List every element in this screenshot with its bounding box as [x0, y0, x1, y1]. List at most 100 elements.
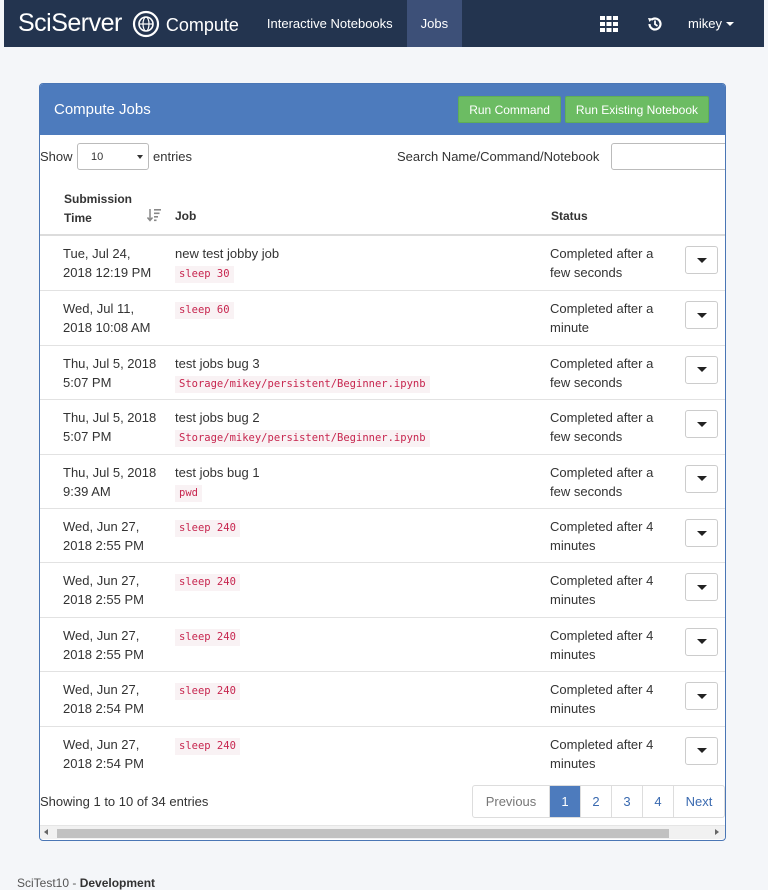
pagination-page-1[interactable]: 1 [549, 786, 580, 817]
user-menu[interactable]: mikey [678, 16, 764, 31]
caret-down-icon [696, 367, 707, 373]
job-status: Completed after a few seconds [550, 463, 670, 501]
scroll-left-arrow-icon[interactable] [44, 829, 48, 835]
entries-length-select[interactable]: 10 [77, 143, 149, 170]
search-input[interactable] [611, 143, 725, 170]
status-line2: minutes [550, 646, 596, 662]
job-cell: sleep 240 [175, 626, 240, 646]
nav-interactive-notebooks[interactable]: Interactive Notebooks [253, 0, 407, 47]
job-command: sleep 240 [175, 683, 240, 701]
compute-jobs-panel: Compute Jobs Run Command Run Existing No… [39, 83, 726, 841]
submission-clock: 2018 2:54 PM [63, 755, 144, 771]
history-icon[interactable] [632, 0, 678, 47]
pagination-page-3[interactable]: 3 [611, 786, 642, 817]
job-status: Completed after 4 minutes [550, 680, 670, 718]
submission-date: Tue, Jul 24, [63, 246, 131, 261]
status-line2: few seconds [550, 265, 623, 280]
brand-logo[interactable]: SciServer Compute [18, 0, 239, 47]
nav-right: mikey [586, 0, 764, 47]
header-submission-line2: Time [64, 211, 92, 225]
caret-down-icon [696, 639, 707, 645]
job-status: Completed after 4 minutes [550, 626, 670, 664]
job-name: test jobs bug 3 [175, 355, 260, 371]
sort-descending-icon[interactable] [147, 208, 161, 222]
brand-compute: Compute [165, 14, 239, 35]
job-command: sleep 240 [175, 520, 240, 537]
scroll-right-arrow-icon[interactable] [715, 829, 719, 835]
pagination-next[interactable]: Next [673, 786, 724, 817]
job-name: new test jobby job [175, 246, 280, 261]
pagination-previous[interactable]: Previous [473, 786, 549, 817]
job-command: Storage/mikey/persistent/Beginner.ipynb [175, 375, 430, 393]
table-row: Wed, Jun 27, 2018 2:55 PM sleep 240 Complet… [40, 508, 725, 562]
select-arrow-icon [137, 155, 143, 159]
submission-time: Wed, Jun 27, 2018 2:54 PM [63, 735, 173, 773]
job-command: sleep 240 [175, 574, 240, 592]
status-line1: Completed after a [550, 410, 654, 426]
user-name: mikey [688, 16, 722, 31]
row-actions-dropdown-button[interactable] [685, 627, 718, 656]
caret-down-icon [696, 312, 707, 318]
job-status: Completed after 4 minutes [550, 735, 670, 773]
run-command-button[interactable]: Run Command [458, 96, 561, 123]
submission-time: Thu, Jul 5, 2018 5:07 PM [63, 354, 173, 392]
submission-time: Wed, Jul 11, 2018 10:08 AM [63, 299, 173, 337]
submission-clock: 2018 2:55 PM [63, 592, 144, 608]
entries-label: entries [153, 149, 193, 164]
row-actions-dropdown-button[interactable] [685, 464, 718, 493]
status-line1: Completed after a [550, 464, 654, 480]
status-line2: few seconds [550, 374, 623, 390]
panel-title: Compute Jobs [54, 101, 151, 118]
submission-date: Wed, Jun 27, [63, 682, 140, 698]
submission-date: Thu, Jul 5, 2018 [63, 464, 157, 480]
submission-date: Wed, Jun 27, [63, 519, 140, 534]
submission-clock: 2018 12:19 PM [63, 265, 152, 280]
status-line1: Completed after a [550, 246, 654, 261]
submission-clock: 5:07 PM [63, 374, 112, 390]
search-label: Search Name/Command/Notebook [397, 149, 600, 164]
scrollbar-thumb[interactable] [57, 829, 669, 838]
job-status: Completed after a minute [550, 299, 670, 337]
table-row: Tue, Jul 24, 2018 12:19 PM new test jobby … [40, 236, 725, 290]
header-submission-line1: Submission [64, 192, 133, 206]
submission-clock: 2018 2:55 PM [63, 646, 144, 662]
status-line1: Completed after 4 [550, 682, 654, 698]
row-actions-dropdown-button[interactable] [685, 682, 718, 711]
job-status: Completed after a few seconds [550, 244, 670, 282]
brand-sciserver: SciServer [18, 9, 122, 37]
column-header-submission-time[interactable]: Submission Time [64, 190, 132, 228]
row-actions-dropdown-button[interactable] [685, 573, 718, 602]
status-line1: Completed after 4 [550, 736, 654, 752]
row-actions-dropdown-button[interactable] [685, 246, 718, 274]
horizontal-scrollbar[interactable] [40, 825, 725, 839]
caret-down-icon [696, 693, 707, 699]
caret-down-icon [726, 21, 734, 26]
job-cell: test jobs bug 3 Storage/mikey/persistent/… [175, 354, 430, 393]
table-row: Thu, Jul 5, 2018 9:39 AM test jobs bug 1 pw… [40, 453, 725, 508]
row-actions-dropdown-button[interactable] [685, 301, 718, 330]
job-cell: test jobs bug 1 pwd [175, 463, 260, 502]
run-existing-notebook-button[interactable]: Run Existing Notebook [564, 96, 709, 123]
submission-time: Thu, Jul 5, 2018 5:07 PM [63, 408, 173, 446]
nav-jobs[interactable]: Jobs [406, 0, 463, 47]
row-actions-dropdown-button[interactable] [685, 519, 718, 547]
job-status: Completed after a few seconds [550, 354, 670, 392]
job-command: sleep 30 [175, 266, 234, 283]
submission-date: Wed, Jul 11, [63, 301, 135, 317]
status-line1: Completed after 4 [550, 519, 654, 534]
row-actions-dropdown-button[interactable] [685, 355, 718, 384]
apps-grid-icon[interactable] [586, 0, 632, 47]
pagination-page-4[interactable]: 4 [642, 786, 673, 817]
job-cell: new test jobby job sleep 30 [175, 244, 279, 283]
column-header-status[interactable]: Status [551, 209, 588, 223]
column-header-job[interactable]: Job [175, 209, 196, 223]
row-actions-dropdown-button[interactable] [685, 736, 718, 765]
submission-clock: 5:07 PM [63, 429, 112, 445]
submission-time: Wed, Jun 27, 2018 2:54 PM [63, 680, 173, 718]
submission-time: Wed, Jun 27, 2018 2:55 PM [63, 571, 173, 609]
row-actions-dropdown-button[interactable] [685, 410, 718, 439]
entries-length-value: 10 [91, 150, 104, 163]
job-cell: sleep 240 [175, 517, 240, 537]
pagination-page-2[interactable]: 2 [580, 786, 611, 817]
job-cell: test jobs bug 2 Storage/mikey/persistent/… [175, 408, 430, 448]
